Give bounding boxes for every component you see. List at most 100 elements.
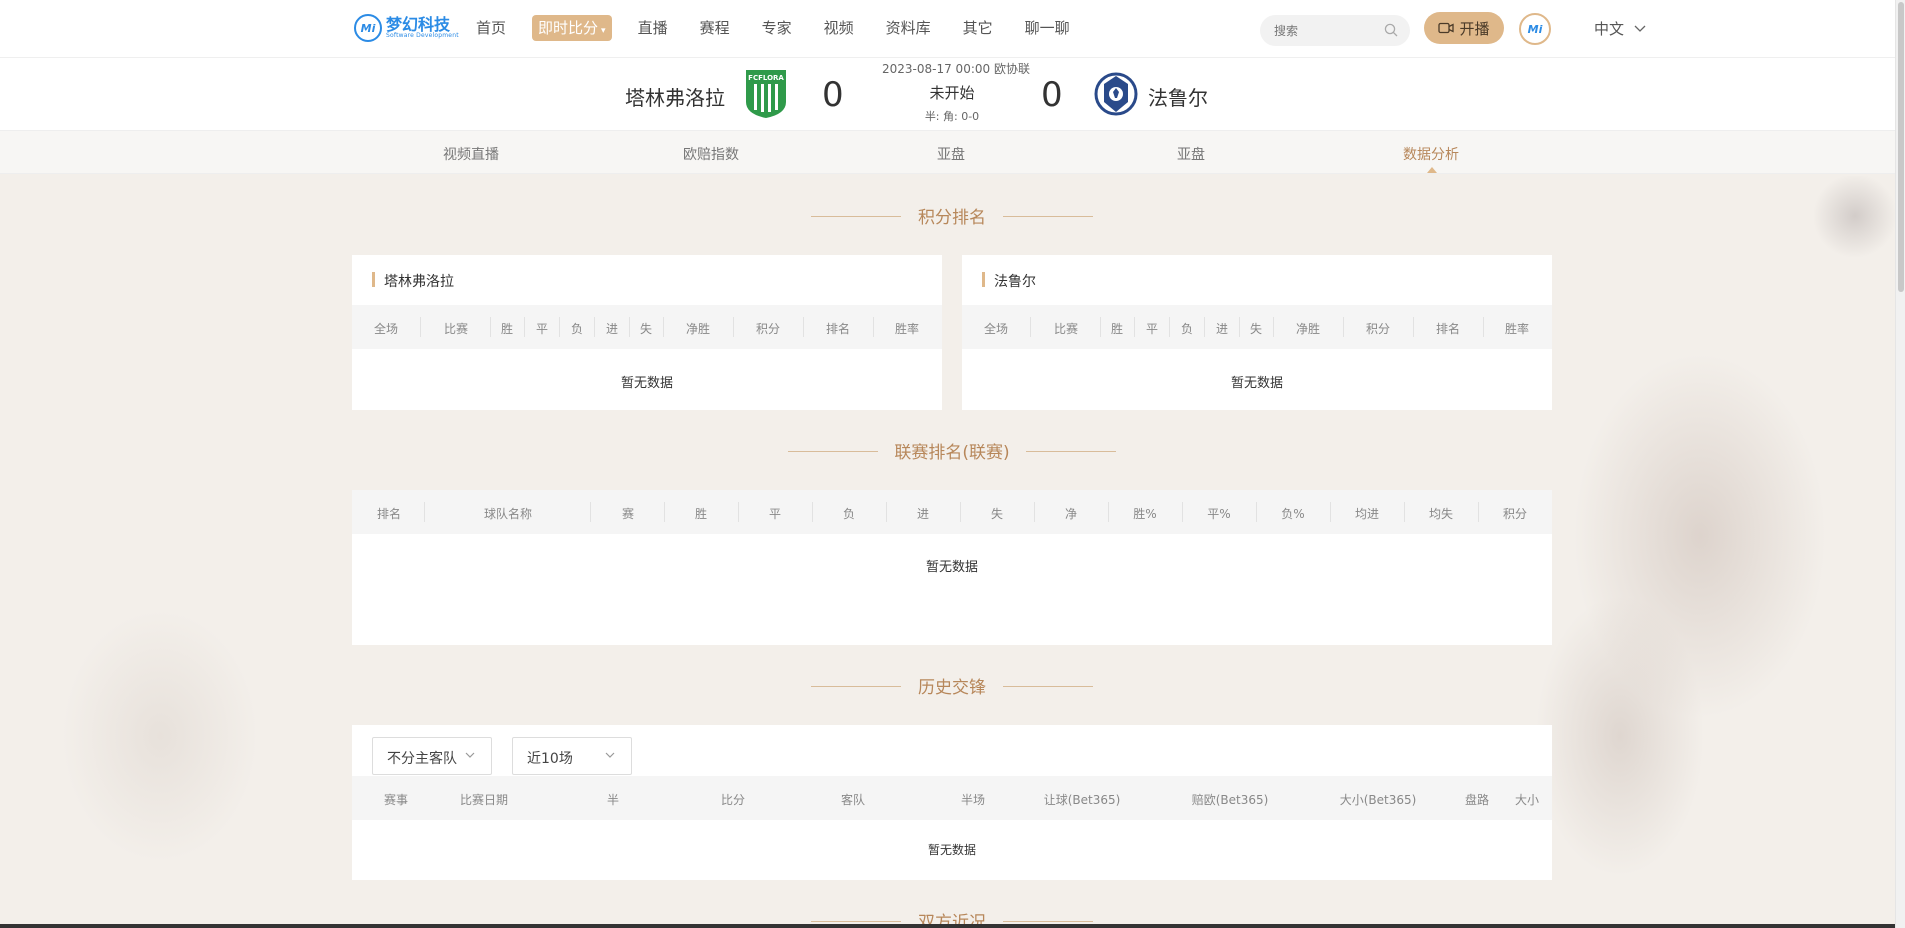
col-win: 胜 (500, 322, 514, 336)
league-rank-header: 排名 球队名称 赛 胜 平 负 进 失 净 胜% 平% 负% 均进 均失 积分 (352, 490, 1552, 534)
nav-item-live-score[interactable]: 即时比分 ▾ (532, 15, 612, 41)
col-draw: 平 (535, 322, 549, 336)
match-header: 塔林弗洛拉 FCFLORA 0 2023-08-17 00:00 欧协联 未开始… (0, 58, 1895, 130)
user-avatar[interactable]: Mi (1519, 13, 1551, 45)
league-rank-title: 联赛排名(联赛) (788, 438, 1116, 463)
away-standings-empty: 暂无数据 (1230, 376, 1283, 391)
nav-item-database[interactable]: 资料库 (880, 15, 937, 41)
tab-data-analysis[interactable]: 数据分析 (1403, 144, 1459, 164)
h2h-title: 历史交锋 (811, 673, 1093, 698)
col-points: 积分 (1502, 507, 1528, 521)
col-trend: 盘路 (1464, 793, 1490, 807)
col-draw-pct: 平% (1207, 507, 1231, 521)
col-draw: 平 (768, 507, 782, 521)
col-goals-against: 失 (990, 507, 1004, 521)
col-goals-against: 失 (1249, 322, 1263, 336)
nav-item-video[interactable]: 视频 (818, 15, 860, 41)
col-points: 积分 (1365, 322, 1391, 336)
camera-icon (1438, 22, 1455, 34)
match-time-league: 2023-08-17 00:00 欧协联 (882, 62, 1030, 76)
col-date: 比赛日期 (459, 793, 509, 807)
tab-video-live[interactable]: 视频直播 (443, 144, 499, 164)
col-win-rate: 胜率 (1504, 322, 1530, 336)
nav-item-live[interactable]: 直播 (632, 15, 674, 41)
nav-item-schedule[interactable]: 赛程 (694, 15, 736, 41)
away-team-name[interactable]: 法鲁尔 (1148, 82, 1208, 111)
col-team-name: 球队名称 (483, 507, 533, 521)
tab-asian-handicap[interactable]: 亚盘 (937, 144, 965, 164)
scrollbar-thumb[interactable] (1898, 2, 1904, 292)
col-avg-against: 均失 (1428, 507, 1454, 521)
col-goal-diff: 净 (1064, 507, 1078, 521)
logo-mark-icon: Mi (354, 14, 382, 42)
search-input[interactable] (1274, 23, 1374, 38)
nav-item-experts[interactable]: 专家 (756, 15, 798, 41)
col-euro-odds: 赔欧(Bet365) (1191, 793, 1269, 807)
col-goal-diff: 净胜 (685, 322, 711, 336)
col-loss: 负 (1180, 322, 1194, 336)
logo-subtitle: Software Development (386, 32, 459, 39)
col-loss-pct: 负% (1281, 507, 1305, 521)
col-win-rate: 胜率 (894, 322, 920, 336)
page-scrollbar[interactable] (1895, 0, 1905, 928)
window-bottom-edge (0, 924, 1895, 928)
league-rank-card: 排名 球队名称 赛 胜 平 负 进 失 净 胜% 平% 负% 均进 均失 积分 … (352, 490, 1552, 645)
col-handicap: 让球(Bet365) (1043, 793, 1121, 807)
chevron-down-icon (1634, 25, 1646, 32)
nav-item-chat[interactable]: 聊一聊 (1019, 15, 1076, 41)
h2h-side-filter[interactable]: 不分主客队 (372, 737, 492, 775)
chevron-down-icon (465, 752, 475, 758)
go-live-button[interactable]: 开播 (1424, 12, 1504, 44)
league-rank-empty: 暂无数据 (925, 560, 978, 575)
home-team-logo-icon: FCFLORA (746, 70, 786, 118)
col-away: 客队 (840, 793, 866, 807)
tab-asian-handicap-2[interactable]: 亚盘 (1177, 144, 1205, 164)
site-logo[interactable]: Mi 梦幻科技 Software Development (354, 14, 459, 42)
col-goals-against: 失 (639, 322, 653, 336)
col-size: 大小 (1514, 793, 1540, 807)
away-score: 0 (1041, 75, 1063, 115)
home-score: 0 (822, 75, 844, 115)
home-standings-empty: 暂无数据 (620, 376, 673, 391)
col-goals-for: 进 (1215, 322, 1229, 336)
active-tab-indicator (1427, 167, 1437, 173)
nav-item-home[interactable]: 首页 (470, 15, 512, 41)
col-halftime: 半场 (960, 793, 986, 807)
col-played: 比赛 (1053, 322, 1079, 336)
tab-euro-odds[interactable]: 欧赔指数 (683, 144, 739, 164)
col-over-under: 大小(Bet365) (1339, 793, 1417, 807)
col-loss: 负 (570, 322, 584, 336)
search-icon[interactable] (1384, 23, 1398, 37)
col-loss: 负 (842, 507, 856, 521)
h2h-side-filter-value: 不分主客队 (387, 751, 457, 767)
away-standings-title: 法鲁尔 (982, 271, 1036, 291)
top-navigation: Mi 梦幻科技 Software Development 首页 即时比分 ▾ 直播… (0, 0, 1895, 58)
language-selector[interactable]: 中文 (1594, 18, 1646, 39)
h2h-empty: 暂无数据 (927, 843, 976, 857)
col-points: 积分 (755, 322, 781, 336)
away-team-logo-icon (1094, 72, 1138, 116)
col-win: 胜 (1110, 322, 1124, 336)
col-played: 比赛 (443, 322, 469, 336)
col-score: 比分 (720, 793, 746, 807)
away-standings-header: 全场 比赛 胜 平 负 进 失 净胜 积分 排名 胜率 (962, 305, 1552, 349)
col-half: 半 (606, 793, 620, 807)
home-team-name[interactable]: 塔林弗洛拉 (625, 82, 725, 111)
h2h-count-filter[interactable]: 近10场 (512, 737, 632, 775)
col-win: 胜 (694, 507, 708, 521)
col-played: 赛 (621, 507, 635, 521)
col-avg-for: 均进 (1354, 507, 1380, 521)
nav-item-other[interactable]: 其它 (957, 15, 999, 41)
standings-title: 积分排名 (811, 203, 1093, 228)
col-full: 全场 (373, 322, 399, 336)
h2h-count-filter-value: 近10场 (527, 751, 573, 767)
col-win-pct: 胜% (1133, 507, 1157, 521)
home-standings-title: 塔林弗洛拉 (372, 271, 454, 291)
match-half-corner: 半: 角: 0-0 (924, 110, 980, 123)
match-tabs: 视频直播 欧赔指数 亚盘 亚盘 数据分析 (0, 130, 1895, 174)
svg-text:FCFLORA: FCFLORA (748, 74, 784, 82)
chevron-down-icon (605, 752, 615, 758)
col-event: 赛事 (383, 793, 409, 807)
caret-down-icon: ▾ (601, 26, 606, 36)
home-standings-header: 全场 比赛 胜 平 负 进 失 净胜 积分 排名 胜率 (352, 305, 942, 349)
